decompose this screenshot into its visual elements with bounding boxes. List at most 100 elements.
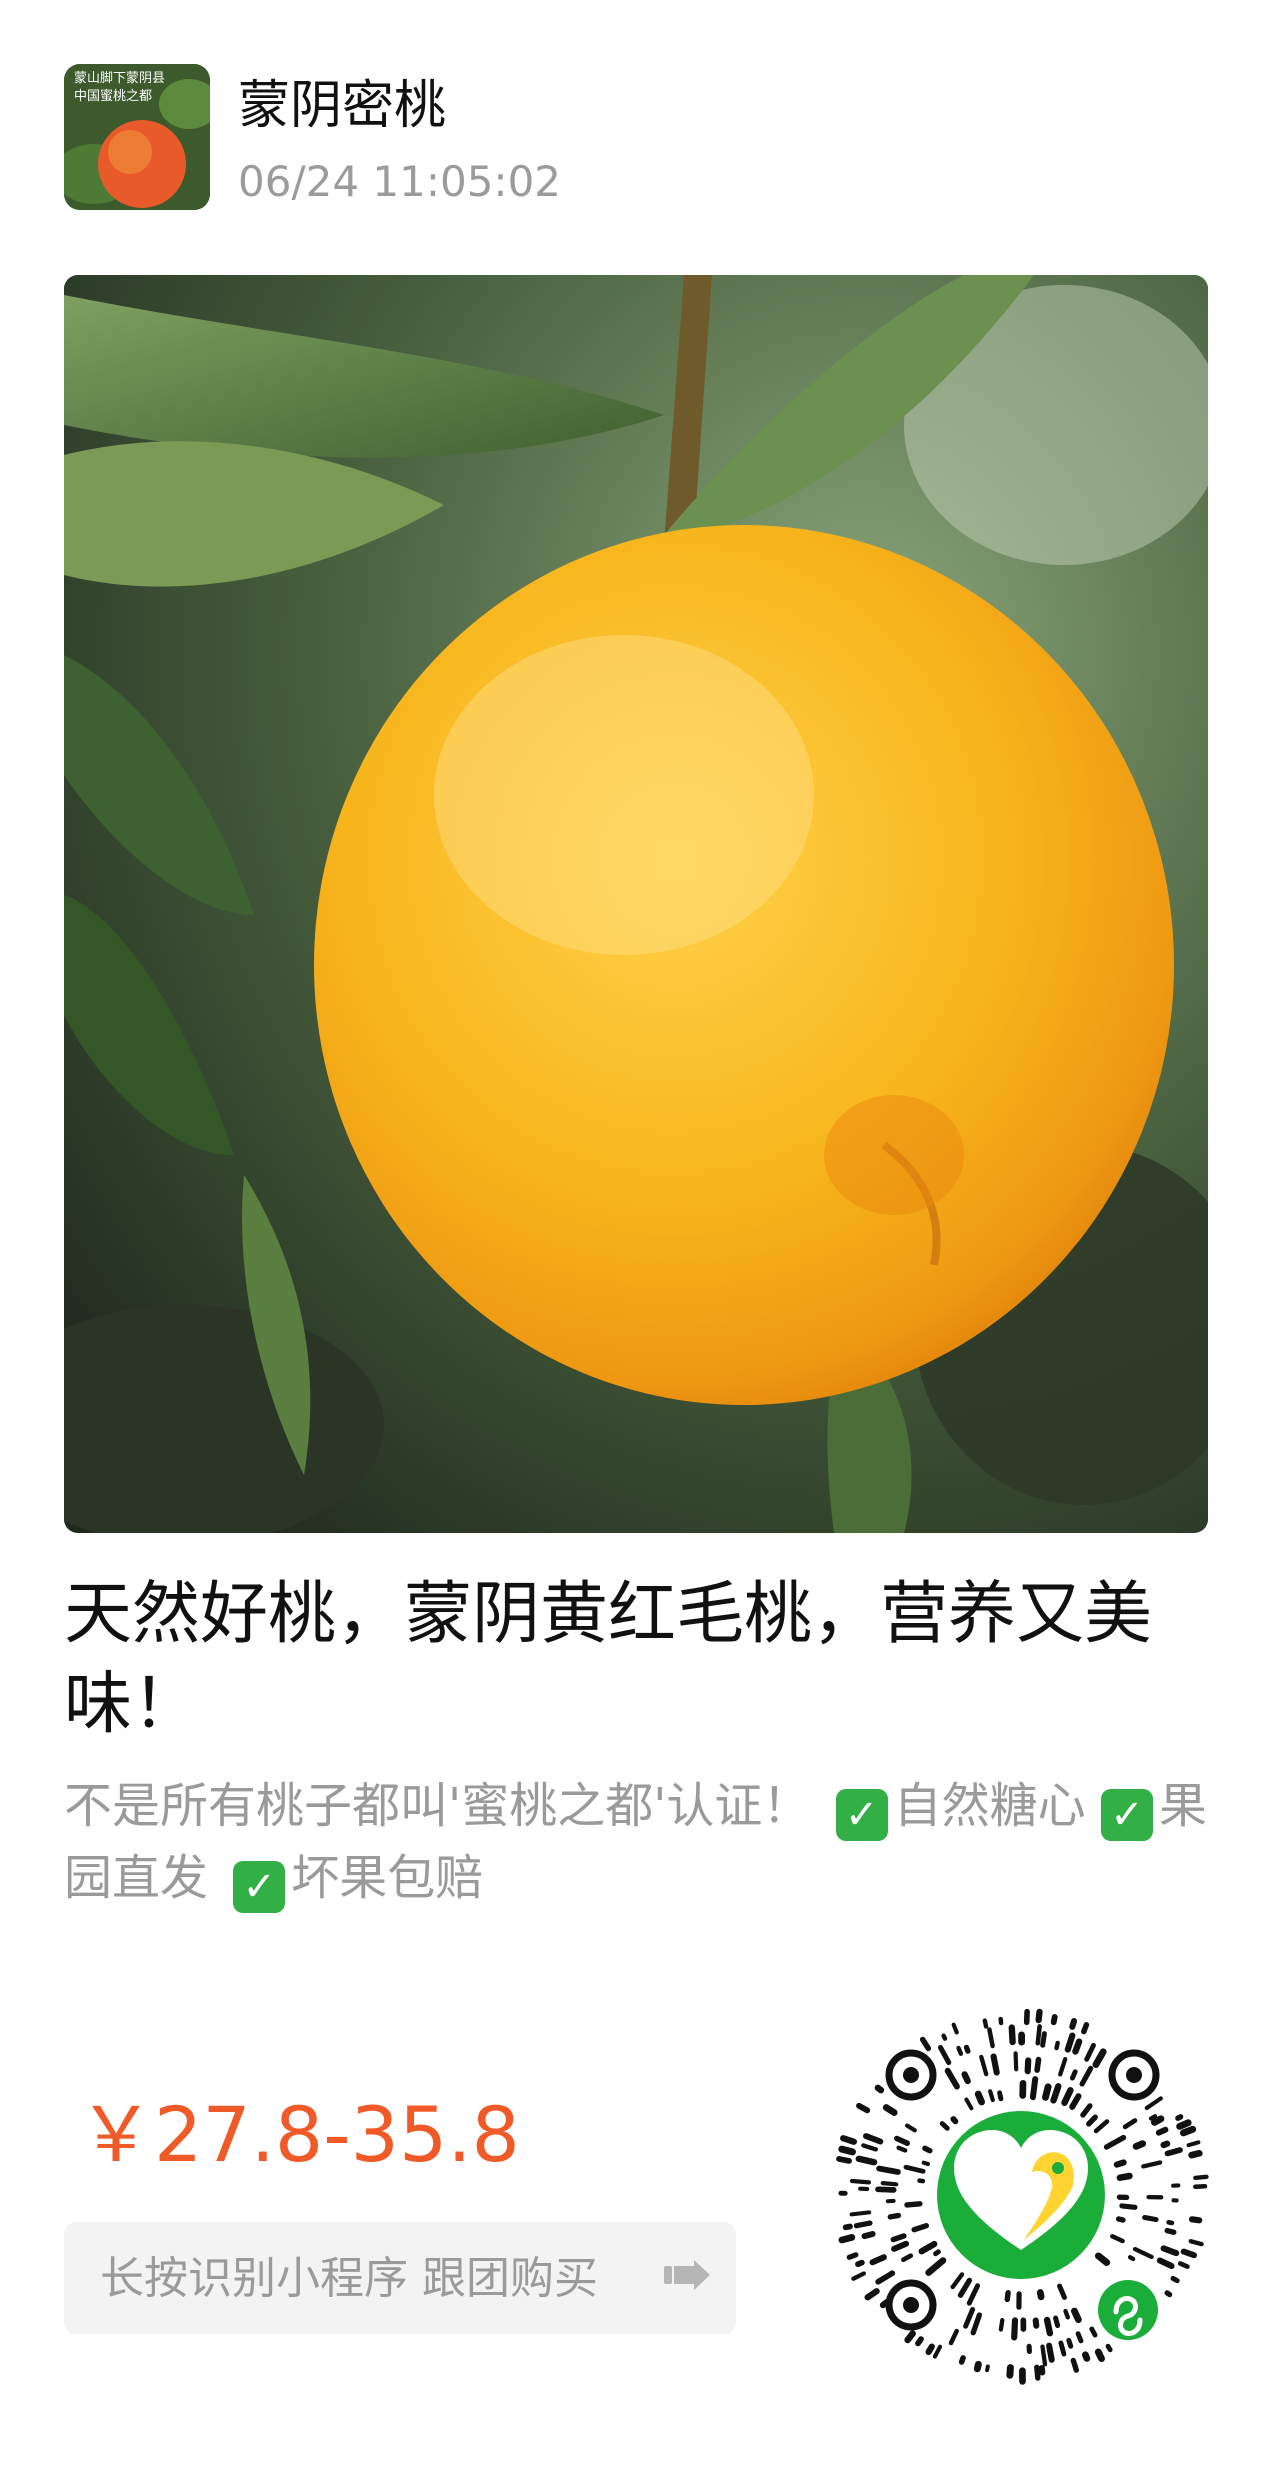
- qr-ray: [1132, 2140, 1147, 2150]
- qr-ray: [1160, 2140, 1171, 2149]
- qr-ray: [1188, 2238, 1204, 2247]
- qr-ray: [1006, 2364, 1014, 2379]
- qr-ray: [1032, 2317, 1040, 2329]
- qr-ray: [1024, 2057, 1032, 2075]
- qr-ray: [904, 2330, 916, 2344]
- qr-ray: [1186, 2140, 1201, 2148]
- qr-ray: [941, 2033, 948, 2041]
- qr-ray: [1164, 2227, 1177, 2235]
- qr-ray: [1040, 2344, 1048, 2367]
- qr-ray: [951, 2022, 959, 2035]
- heart-logo-icon: [929, 2103, 1113, 2287]
- post-timestamp: 06/24 11:05:02: [238, 157, 562, 206]
- qr-ray: [861, 2231, 876, 2240]
- qr-ray: [1089, 2326, 1098, 2338]
- qr-ray: [1113, 2159, 1127, 2168]
- qr-ray: [1054, 2040, 1060, 2051]
- qr-ray: [1013, 2051, 1019, 2072]
- qr-ray: [1069, 2018, 1078, 2030]
- qr-ray: [1042, 2083, 1052, 2101]
- qr-ray: [849, 2210, 872, 2217]
- qr-ray: [1188, 2149, 1203, 2159]
- cta-label: 长按识别小程序 跟团购买: [100, 2253, 598, 2304]
- product-title: 天然好桃，蒙阴黄红毛桃，营养又美味！: [64, 1575, 1153, 1744]
- qr-ray: [1011, 2317, 1019, 2341]
- qr-ray: [1170, 2275, 1180, 2284]
- product-photo[interactable]: [64, 275, 1208, 1533]
- qr-ray: [939, 2121, 950, 2131]
- qr-ray: [1116, 2172, 1133, 2181]
- hand-pointer-icon: [664, 2260, 710, 2294]
- qr-ray: [882, 2104, 898, 2116]
- qr-ray: [1148, 2114, 1158, 2121]
- qr-ray: [1188, 2216, 1203, 2224]
- qr-ray: [836, 2156, 852, 2164]
- qr-ray: [1035, 2024, 1042, 2046]
- qr-ray: [1166, 2219, 1175, 2226]
- qr-ray: [880, 2181, 899, 2187]
- qr-ray: [838, 2234, 856, 2244]
- qr-ray: [925, 2343, 935, 2356]
- qr-ray: [1119, 2203, 1138, 2210]
- qr-ray: [876, 2165, 901, 2175]
- mini-program-badge-icon: [1092, 2274, 1164, 2346]
- avatar-caption-2: 中国蜜桃之都: [74, 88, 152, 103]
- qr-ray: [887, 2212, 902, 2220]
- qr-ray: [998, 2317, 1005, 2332]
- qr-ray: [1070, 2357, 1080, 2373]
- qr-ray: [1034, 2364, 1041, 2381]
- feature-bad-fruit-refund: 坏果包赔: [291, 1850, 484, 1906]
- qr-ray: [1193, 2174, 1209, 2181]
- qr-ray: [1034, 2056, 1042, 2073]
- feature-natural-sugar-heart: 自然糖心: [893, 1778, 1086, 1834]
- qr-ray: [1063, 2308, 1071, 2320]
- author-name[interactable]: 蒙阴密桃: [238, 74, 446, 138]
- qr-ray: [840, 2135, 858, 2145]
- qr-ray: [1164, 2290, 1173, 2298]
- qr-ray: [874, 2084, 885, 2094]
- qr-ray: [842, 2223, 853, 2231]
- mini-program-qr-icon[interactable]: [826, 2000, 1216, 2390]
- qr-ray: [1053, 2315, 1061, 2329]
- qr-ray: [1094, 2348, 1105, 2363]
- qr-ray: [963, 2044, 971, 2054]
- qr-ray: [988, 2089, 995, 2103]
- price-range: ￥27.8-35.8: [78, 2090, 520, 2179]
- qr-ray: [985, 2364, 990, 2373]
- qr-ray: [1155, 2126, 1169, 2136]
- qr-ray: [1179, 2125, 1197, 2137]
- qr-ray: [1105, 2343, 1113, 2353]
- qr-ray: [917, 2178, 926, 2184]
- peach-image: [64, 275, 1208, 1533]
- qr-ray: [1008, 2024, 1016, 2046]
- qr-ray: [961, 2071, 971, 2085]
- qr-ray: [846, 2252, 859, 2260]
- qr-ray: [921, 2160, 930, 2167]
- qr-ray: [1081, 2022, 1090, 2035]
- check-mark-icon: ✓: [1100, 1789, 1153, 1841]
- long-press-hint-box[interactable]: 长按识别小程序 跟团购买: [64, 2222, 736, 2334]
- avatar-caption-1: 蒙山脚下蒙阴县: [74, 70, 165, 85]
- author-avatar[interactable]: 蒙山脚下蒙阴县 中国蜜桃之都: [64, 64, 210, 210]
- qr-ray: [1142, 2215, 1159, 2223]
- qr-ray: [1029, 2076, 1039, 2101]
- qr-ray: [973, 2360, 982, 2373]
- qr-ray: [1038, 2365, 1046, 2376]
- qr-ray: [1046, 2342, 1055, 2363]
- qr-ray: [1050, 2083, 1062, 2104]
- qr-ray: [1035, 2008, 1043, 2024]
- qr-ray: [890, 2233, 907, 2243]
- qr-ray: [1072, 2038, 1083, 2055]
- qr-ray: [1040, 2031, 1047, 2048]
- check-mark-icon: ✓: [233, 1861, 286, 1913]
- qr-ray: [856, 2102, 871, 2114]
- qr-ray: [1180, 2248, 1197, 2259]
- qr-ray: [1164, 2147, 1183, 2157]
- qr-ray: [855, 2259, 865, 2268]
- qr-ray: [922, 2145, 933, 2154]
- qr-ray: [1150, 2115, 1165, 2126]
- qr-ray: [1176, 2119, 1192, 2130]
- qr-ray: [849, 2178, 872, 2185]
- qr-ray: [997, 2090, 1004, 2102]
- qr-ray: [1070, 2307, 1082, 2324]
